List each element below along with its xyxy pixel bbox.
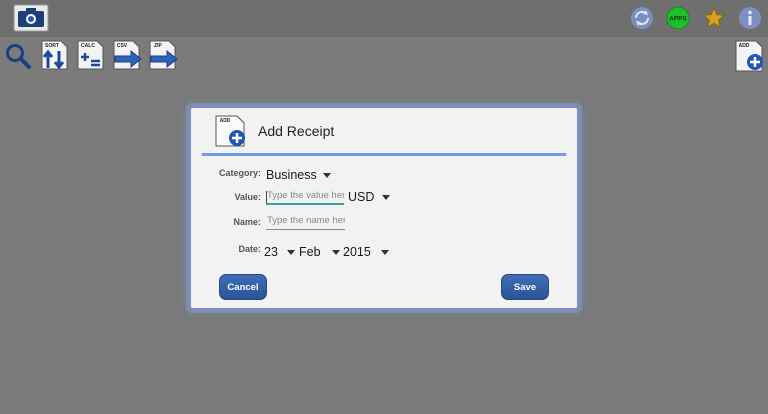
chevron-down-icon [332,250,340,255]
dialog-title-divider [202,153,566,156]
action-bar: APPS [0,0,768,37]
sort-icon: SORT [41,40,68,70]
camera-app-icon[interactable] [13,4,49,32]
cancel-button[interactable]: Cancel [219,274,267,300]
csv-icon: CSV [113,40,142,70]
value-label: Value: [234,192,261,202]
add-document-icon: ADD [735,40,763,72]
chevron-down-icon [323,173,331,178]
apps-badge-icon: APPS [666,6,690,30]
save-button[interactable]: Save [501,274,549,300]
currency-value: USD [348,190,375,204]
dialog-icon-label: ADD [220,118,231,124]
value-input[interactable] [266,189,344,205]
calc-button[interactable]: CALC [76,40,106,70]
add-receipt-button[interactable]: ADD [734,40,766,72]
category-label: Category: [218,168,261,178]
chevron-down-icon [287,250,295,255]
sync-icon[interactable] [630,6,654,30]
add-label: ADD [739,43,750,49]
text-cursor [266,191,267,203]
csv-export-button[interactable]: CSV [112,40,142,70]
sort-button[interactable]: SORT [40,40,70,70]
apps-icon[interactable]: APPS [666,6,690,30]
star-icon[interactable] [702,6,726,30]
date-label: Date: [238,244,261,254]
month-value: Feb [299,245,321,259]
chevron-down-icon [381,250,389,255]
calc-icon: CALC [77,40,104,70]
name-input[interactable] [266,214,345,230]
zip-label: ZIP [154,43,162,49]
category-value: Business [266,168,317,182]
zip-icon: ZIP [149,40,178,70]
sort-label: SORT [45,43,59,49]
calc-label: CALC [81,43,95,49]
apps-label: APPS [669,16,687,23]
dialog-title: Add Receipt [258,123,335,139]
chevron-down-icon [382,195,390,200]
search-icon[interactable] [4,42,32,70]
day-value: 23 [264,245,278,259]
info-icon[interactable] [738,6,762,30]
add-document-icon: ADD [215,115,245,147]
add-receipt-dialog: ADD Add Receipt Category: Business Value… [191,108,577,308]
csv-label: CSV [117,43,128,49]
name-label: Name: [233,217,261,227]
zip-export-button[interactable]: ZIP [148,40,178,70]
year-value: 2015 [343,245,371,259]
